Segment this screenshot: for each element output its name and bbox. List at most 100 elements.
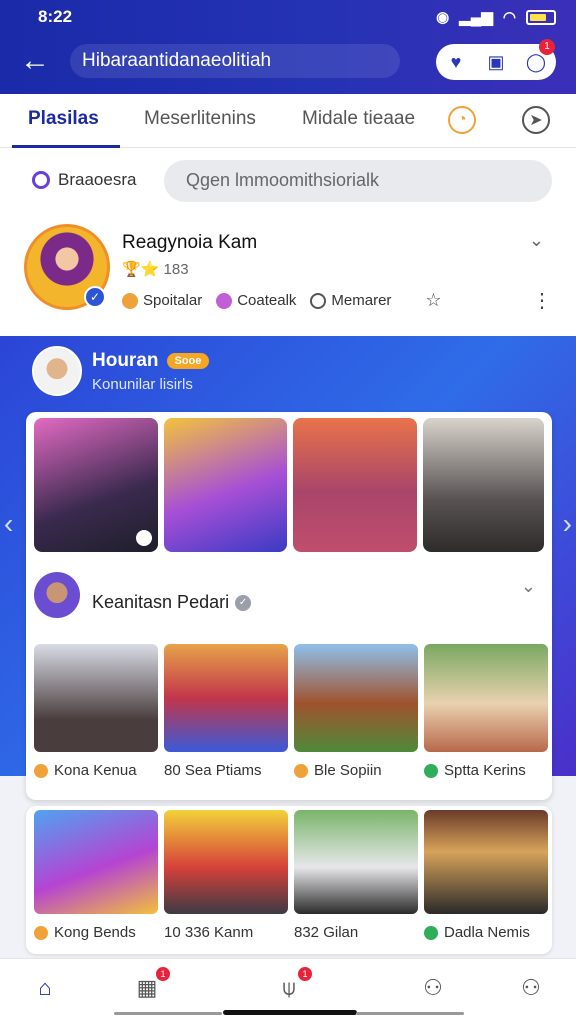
- system-icons: ◉ ▂▄▆ ◠: [436, 8, 556, 26]
- photo-thumbnail[interactable]: [424, 810, 548, 914]
- action-spoitalar[interactable]: Spoitalar: [122, 292, 202, 309]
- favorites-button[interactable]: ♥: [441, 47, 471, 77]
- banner-title: Houran Sooe: [92, 350, 210, 372]
- back-button[interactable]: ←: [18, 44, 52, 78]
- item-label: 80 Sea Ptiams: [164, 762, 288, 779]
- leaf-icon: [424, 763, 438, 778]
- item-label-text: Ble Sopiin: [314, 762, 382, 779]
- feed-card: Keanitasn Pedari ✓ ⌄ Kona Kenua 80 Sea P…: [26, 412, 552, 800]
- list-item[interactable]: Kona Kenua: [34, 644, 158, 779]
- item-label: 832 Gilan: [294, 924, 418, 941]
- chevron-down-icon[interactable]: ⌄: [529, 230, 544, 251]
- photo-thumbnail[interactable]: [164, 810, 288, 914]
- grid-row: Kona Kenua 80 Sea Ptiams Ble Sopiin Sptt…: [34, 644, 548, 779]
- tab-bar: Plasilas Meserlitenins Midale tieaae ◔ ➤: [0, 94, 576, 148]
- photo-thumbnail[interactable]: [34, 418, 158, 552]
- store-button[interactable]: ▣: [481, 47, 511, 77]
- item-label-text: 10 336 Kanm: [164, 924, 254, 941]
- list-item[interactable]: Sptta Kerins: [424, 644, 548, 779]
- avatar[interactable]: [32, 346, 82, 396]
- chat-icon: ◯: [525, 51, 547, 72]
- nav-grid[interactable]: ▦ 1: [130, 967, 170, 1005]
- item-label: 10 336 Kanm: [164, 924, 288, 941]
- more-icon[interactable]: ⋮: [532, 288, 552, 313]
- leaf-icon: [424, 925, 438, 940]
- nav-indicator: [356, 1012, 464, 1015]
- item-label-text: Kong Bends: [54, 924, 136, 941]
- trending-icon[interactable]: ◔: [448, 106, 476, 134]
- share-icon[interactable]: ☆: [425, 290, 441, 311]
- photo-thumbnail[interactable]: [294, 644, 418, 752]
- tab-midale-tieaae[interactable]: Midale tieaae: [302, 108, 415, 130]
- scope-selector[interactable]: Braaoesra: [32, 170, 136, 190]
- photo-thumbnail[interactable]: [422, 418, 544, 552]
- profile-meta: 🏆⭐ 183: [122, 261, 189, 278]
- photo-thumbnail[interactable]: [293, 418, 417, 552]
- action-memarer[interactable]: Memarer: [310, 292, 391, 309]
- banner-tag: Sooe: [166, 353, 210, 369]
- list-item[interactable]: Kong Bends: [34, 810, 158, 941]
- search-input[interactable]: Qgen lmmoomithsiorialk: [164, 160, 552, 202]
- item-label-text: Kona Kenua: [54, 762, 137, 779]
- wifi-icon: ◠: [502, 9, 516, 26]
- grid-row: Kong Bends 10 336 Kanm 832 Gilan Dadla N…: [34, 810, 548, 941]
- list-item[interactable]: Ble Sopiin: [294, 644, 418, 779]
- spark-icon: [294, 763, 308, 778]
- spark-icon: [34, 763, 48, 778]
- photo-strip: [34, 418, 544, 552]
- chat-button[interactable]: ◯ 1: [521, 39, 555, 77]
- home-icon: ⌂: [38, 975, 52, 1000]
- photo-thumbnail[interactable]: [34, 644, 158, 752]
- item-label: Sptta Kerins: [424, 762, 548, 779]
- list-item[interactable]: 832 Gilan: [294, 810, 418, 941]
- search-row: Braaoesra Qgen lmmoomithsiorialk: [0, 148, 576, 214]
- banner-subtitle: Konunilar lisirls: [92, 376, 193, 393]
- heart-icon: ♥: [450, 51, 462, 72]
- spark-icon: [122, 292, 138, 309]
- tab-meserlitenins[interactable]: Meserlitenins: [144, 108, 256, 130]
- photo-thumbnail[interactable]: [164, 644, 288, 752]
- list-item[interactable]: 80 Sea Ptiams: [164, 644, 288, 779]
- group-header: Keanitasn Pedari ✓ ⌄: [34, 572, 544, 622]
- nav-account[interactable]: ⚇: [514, 971, 548, 1005]
- chevron-left-icon[interactable]: ‹: [4, 508, 13, 540]
- chevron-down-icon[interactable]: ⌄: [521, 576, 536, 597]
- nav-profile[interactable]: ⚇: [416, 971, 450, 1005]
- app-header: 8:22 ◉ ▂▄▆ ◠ ← Hibaraantidanaeolitiah ♥ …: [0, 0, 576, 94]
- action-label: Coatealk: [237, 292, 297, 309]
- account-icon: ⚇: [521, 975, 541, 1000]
- group-title-text: Keanitasn Pedari: [92, 592, 230, 612]
- profile-name[interactable]: Reagynoia Kam: [122, 232, 257, 254]
- avatar[interactable]: [34, 572, 80, 618]
- item-label: Ble Sopiin: [294, 762, 418, 779]
- nav-badge: 1: [156, 967, 170, 981]
- page-title: Hibaraantidanaeolitiah: [70, 44, 400, 78]
- action-label: Memarer: [331, 292, 392, 309]
- photo-thumbnail[interactable]: [163, 418, 287, 552]
- action-coatealk[interactable]: Coatealk: [216, 292, 296, 309]
- feed-card: Kong Bends 10 336 Kanm 832 Gilan Dadla N…: [26, 806, 552, 954]
- profile-card: ✓ Reagynoia Kam 🏆⭐ 183 ⌄ Spoitalar Coate…: [0, 214, 576, 336]
- nav-badge: 1: [298, 967, 312, 981]
- item-label: Kona Kenua: [34, 762, 158, 779]
- smile-icon: [216, 292, 233, 309]
- tab-plasilas[interactable]: Plasilas: [28, 108, 99, 130]
- banner-title-text: Houran: [92, 350, 159, 371]
- status-bar: 8:22 ◉ ▂▄▆ ◠: [38, 6, 556, 28]
- grid-icon: ▦: [136, 975, 158, 1000]
- nav-indicator: [114, 1012, 222, 1015]
- photo-thumbnail[interactable]: [34, 810, 158, 914]
- badge-icon: [135, 530, 152, 546]
- photo-thumbnail[interactable]: [294, 810, 418, 914]
- photo-thumbnail[interactable]: [424, 644, 548, 752]
- item-label-text: Dadla Nemis: [444, 924, 530, 941]
- group-title[interactable]: Keanitasn Pedari ✓: [92, 592, 252, 613]
- list-item[interactable]: 10 336 Kanm: [164, 810, 288, 941]
- nav-home[interactable]: ⌂: [28, 971, 62, 1005]
- list-item[interactable]: Dadla Nemis: [424, 810, 548, 941]
- compass-icon[interactable]: ➤: [522, 106, 550, 134]
- status-time: 8:22: [38, 7, 73, 26]
- nav-tree[interactable]: ⍦ 1: [272, 967, 312, 1005]
- chat-badge: 1: [539, 39, 555, 55]
- chevron-right-icon[interactable]: ›: [563, 508, 572, 540]
